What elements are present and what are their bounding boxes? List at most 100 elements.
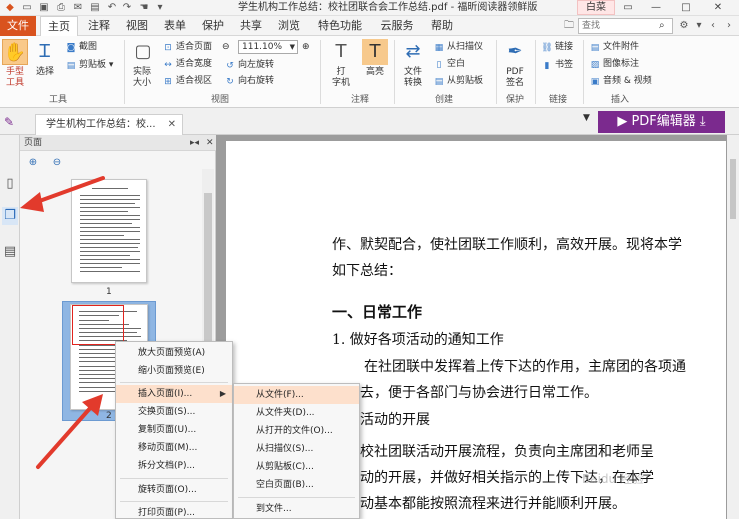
document-scroll-thumb[interactable] [730,159,736,219]
hand-tool-quick-icon[interactable]: ☚ [137,1,151,14]
thumbnail-text-line [80,231,140,232]
page-thumbnail-1[interactable] [71,179,147,283]
zoom-out-icon[interactable]: ⊖ [222,40,230,54]
typewriter-button[interactable]: T 打 字机 [328,39,354,89]
sidebar-toggle-icon[interactable]: ✎ [4,115,14,129]
audio-video-button[interactable]: ▣ 音频 & 视频 [589,74,652,88]
pdf-sign-label: PDF 签名 [505,67,524,88]
fit-page-button[interactable]: ⊡ 适合页面 [162,40,212,54]
image-annotation-button[interactable]: ▨ 图像标注 [589,57,639,71]
file-menu[interactable]: 文件 [0,16,36,36]
tab-features[interactable]: 特色功能 [311,16,369,36]
bookmark-button[interactable]: ▮ 书签 [541,58,574,72]
link-button[interactable]: ⛓ 链接 [541,40,573,54]
tab-comment[interactable]: 注释 [82,16,116,36]
pdf-editor-button[interactable]: ▶ PDF编辑器 ⤓ [598,111,725,133]
hand-tool-button[interactable]: ✋ 手型 工具 [2,39,28,89]
tab-protect[interactable]: 保护 [196,16,230,36]
rotate-left-button[interactable]: ↺ 向左旋转 [224,58,274,72]
document-tab[interactable]: 学生机构工作总结：校... ✕ [35,114,183,135]
panel-scroll-thumb[interactable] [204,193,212,343]
document-scrollbar[interactable] [727,135,739,519]
shrink-thumbnail-icon[interactable]: ⊖ [50,156,64,170]
select-tool-button[interactable]: Ꮖ 选择 [32,39,58,78]
from-scanner-button[interactable]: ▦ 从扫描仪 [433,40,483,54]
menu-enlarge-preview[interactable]: 放大页面预览(A) [116,344,232,362]
menu-insert-page[interactable]: 插入页面(I)... ▶ [116,385,232,403]
search-input[interactable] [579,19,655,33]
close-tab-icon[interactable]: ✕ [168,115,176,134]
highlight-button[interactable]: T 高亮 [362,39,388,78]
bookmarks-panel-icon[interactable]: ▯ [2,175,18,193]
submenu-from-file[interactable]: 从文件(F)... [234,386,359,404]
collapse-panel-icon[interactable]: ▸◂ [190,135,199,151]
scroll-right-icon[interactable]: › [722,18,736,34]
redo-icon[interactable]: ↷ [120,1,134,14]
settings-dropdown-icon[interactable]: ▾ [692,18,706,34]
submenu-to-file[interactable]: 到文件... [234,500,359,518]
tab-help[interactable]: 帮助 [425,16,459,36]
fit-width-button[interactable]: ↔ 适合宽度 [162,57,212,71]
maximize-button[interactable]: □ [678,0,694,15]
undo-icon[interactable]: ↶ [105,1,119,14]
tab-home[interactable]: 主页 [40,16,78,37]
menu-copy-pages[interactable]: 复制页面(U)... [116,421,232,439]
settings-gear-icon[interactable]: ⚙ [677,18,691,34]
search-icon[interactable]: ⌕ [659,19,665,33]
pages-panel-header: 页面 ▸◂ ✕ [20,135,216,151]
submenu-from-folder[interactable]: 从文件夹(D)... [234,404,359,422]
submenu-from-scanner[interactable]: 从扫描仪(S)... [234,440,359,458]
close-button[interactable]: ✕ [710,0,726,15]
menu-split-document[interactable]: 拆分文档(P)... [116,457,232,475]
menu-move-pages[interactable]: 移动页面(M)... [116,439,232,457]
zoom-select[interactable]: 111.10% ▼ [238,40,298,54]
document-icon[interactable]: ▤ [88,1,102,14]
menu-swap-pages[interactable]: 交换页面(S)... [116,403,232,421]
pages-panel-icon[interactable]: ❐ [2,207,18,225]
scroll-left-icon[interactable]: ‹ [706,18,720,34]
menu-print-pages[interactable]: 打印页面(P)... [116,504,232,519]
tab-form[interactable]: 表单 [158,16,192,36]
print-icon[interactable]: ⎙ [54,1,68,14]
from-clipboard-button[interactable]: ▤ 从剪贴板 [433,74,483,88]
submenu-blank-page[interactable]: 空白页面(B)... [234,476,359,494]
file-convert-button[interactable]: ⇄ 文件 转换 [400,39,426,89]
download-icon: ⤓ [699,114,706,129]
group-label-create: 创建 [434,95,453,105]
tab-view[interactable]: 视图 [120,16,154,36]
screenshot-button[interactable]: ◙ 截图 [65,40,97,54]
blank-page-icon: ▯ [436,60,442,70]
zoom-in-icon[interactable]: ⊕ [302,40,310,54]
find-folder-icon[interactable]: 🗀 [562,18,576,34]
pdf-sign-button[interactable]: ✒ PDF 签名 [502,39,528,89]
minimize-button[interactable]: — [648,0,664,15]
blank-page-button[interactable]: ▯ 空白 [433,57,466,71]
tab-cloud[interactable]: 云服务 [374,16,420,36]
thumbnail-text-line [80,259,140,260]
tab-share[interactable]: 共享 [234,16,268,36]
blank-page-label: 空白 [447,59,466,69]
tab-browse[interactable]: 浏览 [272,16,306,36]
menu-shrink-preview[interactable]: 缩小页面预览(E) [116,362,232,380]
document-tab-bar: ✎ 学生机构工作总结：校... ✕ ▼ ▶ PDF编辑器 ⤓ [0,108,739,135]
file-attachment-button[interactable]: ▤ 文件附件 [589,40,639,54]
submenu-from-clipboard[interactable]: 从剪贴板(C)... [234,458,359,476]
enlarge-thumbnail-icon[interactable]: ⊕ [26,156,40,170]
comments-panel-icon[interactable]: ▤ [2,243,18,261]
group-label-insert: 插入 [610,95,629,105]
save-icon[interactable]: ▣ [37,1,51,14]
email-icon[interactable]: ✉ [71,1,85,14]
clipboard-button[interactable]: ▤ 剪贴板 ▾ [65,58,114,72]
fit-visible-button[interactable]: ⊞ 适合视区 [162,74,212,88]
panel-close-icon[interactable]: ✕ [206,135,214,151]
rotate-right-button[interactable]: ↻ 向右旋转 [224,74,274,88]
actual-size-icon: ▢ [134,41,152,62]
submenu-from-open-file[interactable]: 从打开的文件(O)... [234,422,359,440]
actual-size-button[interactable]: ▢ 实际 大小 [130,39,154,89]
tab-list-dropdown-icon[interactable]: ▼ [583,113,590,123]
customize-quick-access-icon[interactable]: ▾ [153,1,167,14]
skin-selector[interactable]: 白菜 [577,0,615,15]
new-file-icon[interactable]: ▭ [20,1,34,14]
menu-rotate-pages[interactable]: 旋转页面(O)... [116,481,232,499]
restore-ribbon-icon[interactable]: ▭ [620,0,636,15]
